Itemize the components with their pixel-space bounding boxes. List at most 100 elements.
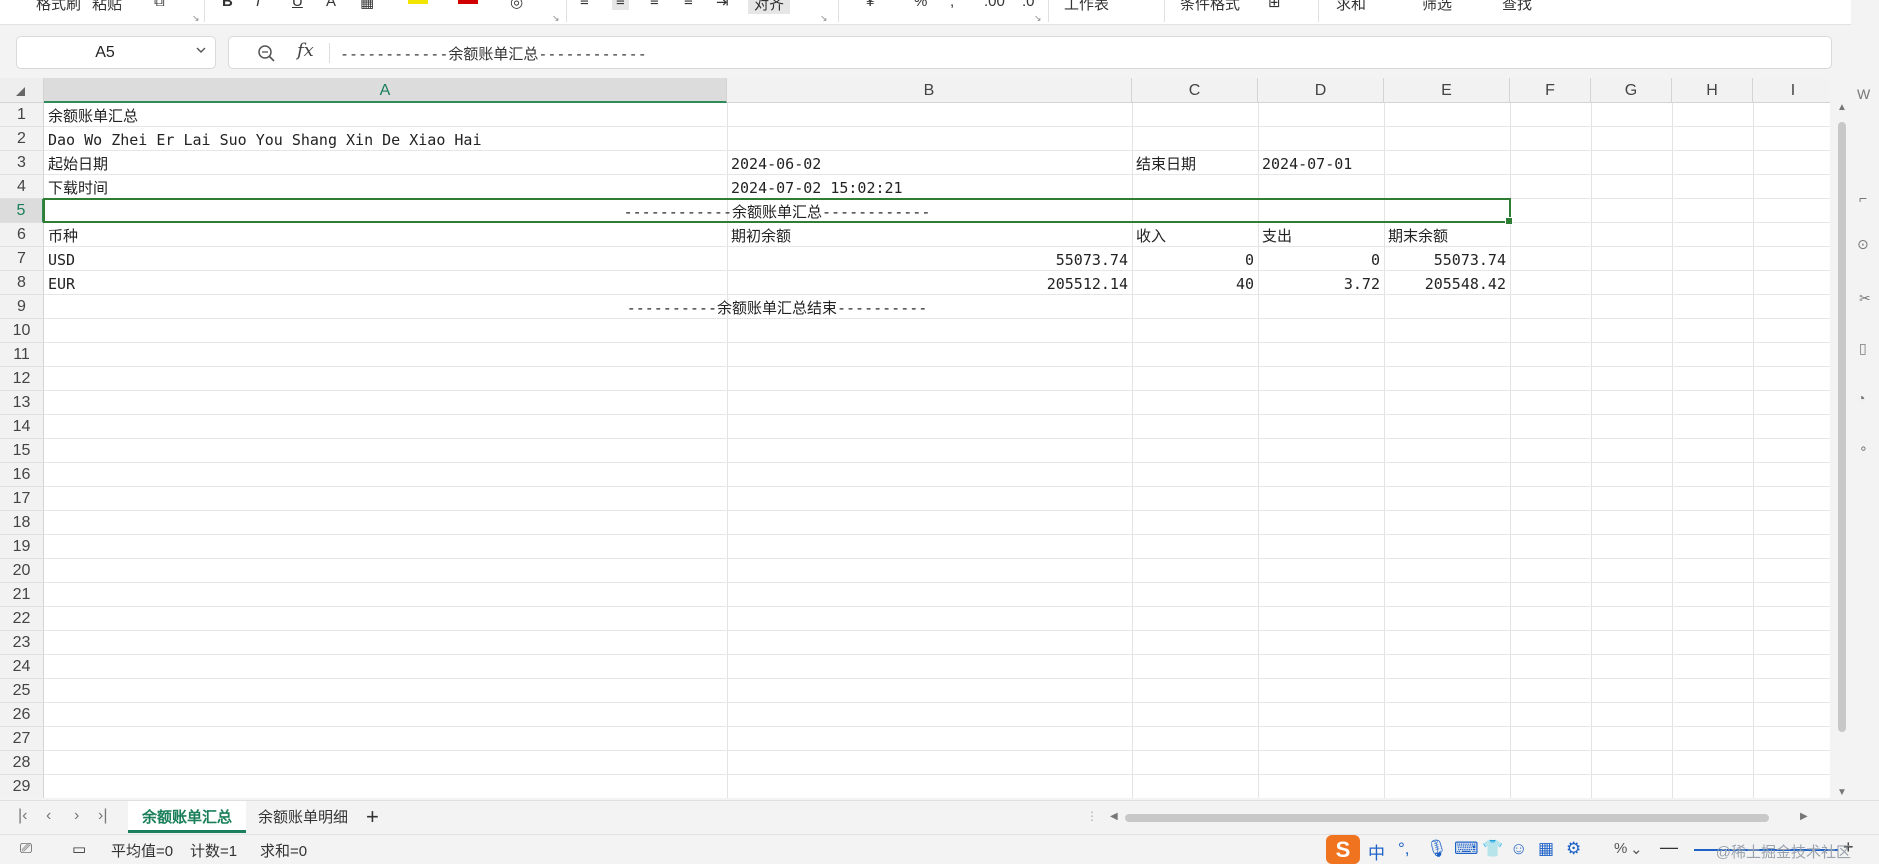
last-sheet-icon[interactable]: ›|	[98, 807, 107, 825]
row-header-25[interactable]: 25	[0, 679, 44, 703]
justify-icon[interactable]: ≡	[684, 0, 693, 10]
fill-color-icon[interactable]	[408, 0, 428, 4]
font-size-button[interactable]: A	[326, 0, 336, 10]
cell-c3[interactable]: 结束日期	[1136, 151, 1196, 175]
vertical-scrollbar[interactable]: ▲ ▼	[1832, 102, 1850, 798]
row-header-11[interactable]: 11	[0, 343, 44, 367]
row-header-3[interactable]: 3	[0, 151, 44, 175]
cell-b6[interactable]: 期初余额	[731, 223, 791, 247]
filter-button[interactable]: 筛选	[1422, 0, 1452, 14]
worksheet-button[interactable]: 工作表	[1064, 0, 1109, 14]
skin-icon[interactable]: 👕	[1482, 839, 1503, 859]
bold-button[interactable]: B	[222, 0, 233, 10]
row-header-26[interactable]: 26	[0, 703, 44, 727]
chevron-down-icon[interactable]	[195, 44, 207, 56]
scroll-down-icon[interactable]: ▼	[1837, 787, 1847, 798]
copy-icon[interactable]: ⧉	[154, 0, 165, 10]
panel-icon[interactable]: ▯	[1859, 340, 1867, 357]
macro-icon[interactable]: ⎚	[20, 840, 32, 857]
add-sheet-icon[interactable]: +	[366, 804, 379, 830]
column-header-g[interactable]: G	[1591, 78, 1672, 103]
cell-a1[interactable]: 余额账单汇总	[48, 103, 138, 127]
microphone-icon[interactable]: 🎙	[1426, 839, 1448, 859]
dialog-launcher-icon[interactable]: ↘	[820, 13, 828, 24]
row-header-21[interactable]: 21	[0, 583, 44, 607]
sogou-logo-icon[interactable]: S	[1326, 835, 1360, 864]
select-all-corner[interactable]	[0, 78, 44, 103]
underline-button[interactable]: U	[292, 0, 303, 10]
cell-a3[interactable]: 起始日期	[48, 151, 108, 175]
cell-b4[interactable]: 2024-07-02 15:02:21	[731, 175, 903, 199]
thousands-button[interactable]: ,	[950, 0, 954, 10]
column-header-a[interactable]: A	[44, 78, 727, 103]
row-header-2[interactable]: 2	[0, 127, 44, 151]
prev-sheet-icon[interactable]: ‹	[46, 807, 51, 825]
cell-e6[interactable]: 期末余额	[1388, 223, 1448, 247]
panel-icon[interactable]: ✂	[1859, 290, 1871, 307]
name-box[interactable]: A5	[16, 36, 216, 69]
formula-bar[interactable]: fx ------------余额账单汇总------------	[228, 36, 1832, 69]
ime-toolbar[interactable]: S 中 °, 🎙 ⌨ 👕 ☺ ▦ ⚙	[1326, 835, 1626, 864]
row-header-7[interactable]: 7	[0, 247, 44, 271]
row-header-28[interactable]: 28	[0, 751, 44, 775]
row-header-17[interactable]: 17	[0, 487, 44, 511]
tab-split-handle[interactable]: ⋮	[1086, 809, 1098, 823]
align-center-icon[interactable]: ≡	[612, 0, 629, 10]
cell-b7[interactable]: 55073.74	[727, 247, 1128, 271]
font-color-icon[interactable]	[458, 0, 478, 4]
scroll-up-icon[interactable]: ▲	[1837, 102, 1847, 113]
border-icon[interactable]: ▦	[360, 0, 374, 11]
formula-input[interactable]: ------------余额账单汇总------------	[340, 43, 647, 64]
row-header-15[interactable]: 15	[0, 439, 44, 463]
column-header-e[interactable]: E	[1384, 78, 1510, 103]
find-button[interactable]: 查找	[1502, 0, 1532, 14]
cell-c8[interactable]: 40	[1132, 271, 1254, 295]
row-header-19[interactable]: 19	[0, 535, 44, 559]
keyboard-icon[interactable]: ⌨	[1454, 839, 1479, 859]
dialog-launcher-icon[interactable]: ↘	[1034, 13, 1042, 24]
row-header-29[interactable]: 29	[0, 775, 44, 798]
column-header-d[interactable]: D	[1258, 78, 1384, 103]
align-left-icon[interactable]: ≡	[580, 0, 589, 10]
sum-button[interactable]: 求和	[1336, 0, 1366, 14]
next-sheet-icon[interactable]: ›	[74, 807, 79, 825]
row-header-5[interactable]: 5	[0, 199, 44, 223]
scroll-left-icon[interactable]: ◀	[1110, 811, 1118, 822]
row-header-16[interactable]: 16	[0, 463, 44, 487]
cell-a9[interactable]: ----------余额账单汇总结束----------	[44, 295, 1510, 319]
dialog-launcher-icon[interactable]: ↘	[552, 13, 560, 24]
merge-cells-button[interactable]: 对齐	[748, 0, 791, 14]
zoom-dropdown-icon[interactable]: ⌄	[1630, 840, 1643, 858]
panel-icon[interactable]: ⌐	[1859, 190, 1867, 206]
cell-c7[interactable]: 0	[1132, 247, 1254, 271]
zoom-icon[interactable]	[257, 44, 277, 64]
cell-b3[interactable]: 2024-06-02	[731, 151, 821, 175]
column-header-i[interactable]: I	[1753, 78, 1830, 103]
indent-icon[interactable]: ⇥	[716, 0, 729, 11]
column-header-b[interactable]: B	[727, 78, 1132, 103]
row-header-14[interactable]: 14	[0, 415, 44, 439]
row-header-22[interactable]: 22	[0, 607, 44, 631]
cell-d7[interactable]: 0	[1258, 247, 1380, 271]
row-header-13[interactable]: 13	[0, 391, 44, 415]
row-header-20[interactable]: 20	[0, 559, 44, 583]
horizontal-scroll-thumb[interactable]	[1125, 814, 1769, 822]
row-header-9[interactable]: 9	[0, 295, 44, 319]
decimal-icon[interactable]: .00	[984, 0, 1005, 10]
column-header-h[interactable]: H	[1672, 78, 1753, 103]
row-header-24[interactable]: 24	[0, 655, 44, 679]
doc-status-icon[interactable]: ▭	[72, 840, 86, 858]
toolbox-icon[interactable]: ▦	[1538, 839, 1554, 859]
panel-icon[interactable]: ⊙	[1857, 236, 1869, 253]
row-header-4[interactable]: 4	[0, 175, 44, 199]
punctuation-icon[interactable]: °,	[1398, 839, 1410, 859]
cell-d6[interactable]: 支出	[1262, 223, 1292, 247]
first-sheet-icon[interactable]: |‹	[18, 807, 27, 825]
row-header-8[interactable]: 8	[0, 271, 44, 295]
table-icon[interactable]: ⊞	[1268, 0, 1281, 11]
fx-icon[interactable]: fx	[297, 40, 314, 61]
panel-icon[interactable]: ◔	[1857, 390, 1865, 406]
ime-language-toggle[interactable]: 中	[1368, 839, 1385, 864]
row-header-18[interactable]: 18	[0, 511, 44, 535]
settings-icon[interactable]: ⚙	[1566, 839, 1581, 859]
